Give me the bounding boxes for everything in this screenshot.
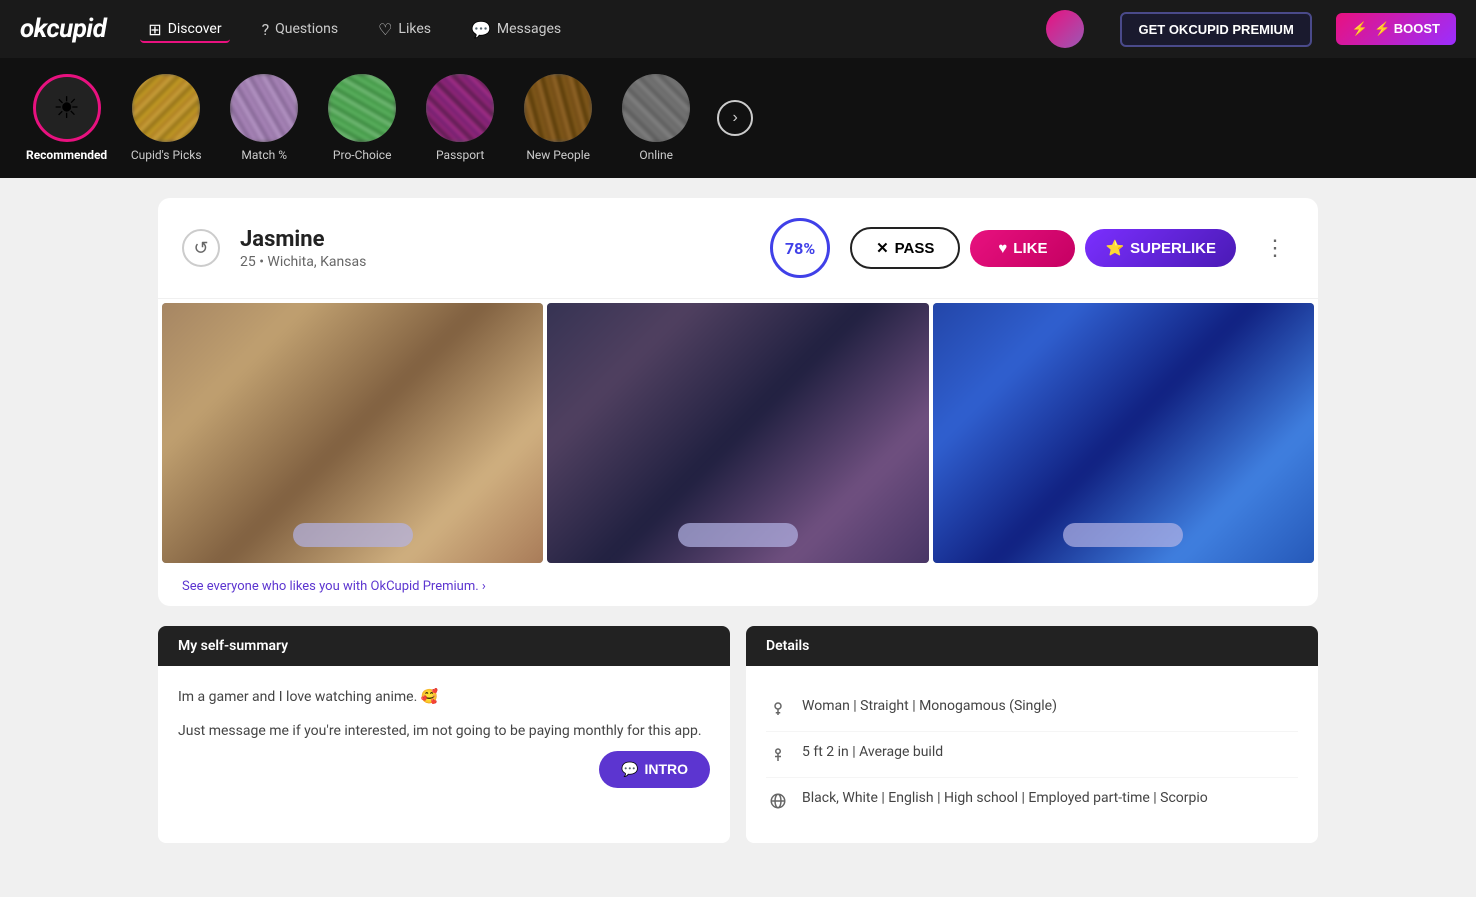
discover-icon: ⊞ [148, 20, 161, 39]
photo-grid [158, 299, 1318, 567]
self-summary-body: Im a gamer and I love watching anime. 🥰 … [158, 666, 730, 763]
profile-name-block: Jasmine 25 • Wichita, Kansas [240, 227, 750, 270]
detail-background-text: Black, White | English | High school | E… [802, 788, 1208, 809]
category-online-label: Online [639, 148, 673, 162]
self-summary-header: My self-summary [158, 626, 730, 666]
category-next-button[interactable]: › [717, 100, 753, 136]
globe-icon [766, 789, 790, 813]
detail-height-text: 5 ft 2 in | Average build [802, 742, 943, 763]
gender-icon [766, 697, 790, 721]
nav-discover[interactable]: ⊞ Discover [140, 16, 229, 43]
boost-button[interactable]: ⚡ ⚡ BOOST [1336, 13, 1456, 45]
category-bar: ☀ Recommended Cupid's Picks Match % Pro-… [0, 58, 1476, 178]
category-passport[interactable]: Passport [415, 66, 505, 170]
more-options-button[interactable]: ⋮ [1256, 231, 1294, 265]
heart-icon: ♡ [378, 20, 392, 39]
category-online-img [622, 74, 690, 142]
photo-1[interactable] [162, 303, 543, 563]
photo-1-badge [293, 523, 413, 547]
profile-sections: My self-summary Im a gamer and I love wa… [158, 626, 1318, 843]
category-cupids-picks-label: Cupid's Picks [131, 148, 202, 162]
detail-background: Black, White | English | High school | E… [766, 778, 1298, 823]
main-content: ↺ Jasmine 25 • Wichita, Kansas 78% ✕ PAS… [138, 178, 1338, 883]
category-match-img [230, 74, 298, 142]
sun-icon: ☀ [53, 91, 80, 126]
details-header: Details [746, 626, 1318, 666]
heart-filled-icon: ♥ [998, 240, 1007, 257]
details-body: Woman | Straight | Monogamous (Single) 5… [746, 666, 1318, 843]
profile-card: ↺ Jasmine 25 • Wichita, Kansas 78% ✕ PAS… [158, 198, 1318, 606]
intro-button[interactable]: 💬 INTRO [599, 751, 710, 788]
category-match-label: Match % [241, 148, 287, 162]
height-icon [766, 743, 790, 767]
question-icon: ? [262, 20, 270, 39]
self-summary-line2: Just message me if you're interested, im… [178, 720, 710, 742]
app-logo: okcupid [20, 14, 106, 44]
superlike-button[interactable]: ⭐ SUPERLIKE [1085, 229, 1236, 267]
details-card: Details Woman | Straight | Monogamous (S… [746, 626, 1318, 843]
nav-questions[interactable]: ? Questions [254, 16, 347, 43]
detail-gender: Woman | Straight | Monogamous (Single) [766, 686, 1298, 732]
category-cupids-picks[interactable]: Cupid's Picks [121, 66, 211, 170]
self-summary-card: My self-summary Im a gamer and I love wa… [158, 626, 730, 843]
category-match[interactable]: Match % [219, 66, 309, 170]
category-passport-img [426, 74, 494, 142]
category-new-people-label: New People [526, 148, 590, 162]
refresh-button[interactable]: ↺ [182, 229, 220, 267]
photo-2-badge [678, 523, 798, 547]
boost-icon: ⚡ [1352, 21, 1368, 37]
category-online[interactable]: Online [611, 66, 701, 170]
pass-button[interactable]: ✕ PASS [850, 227, 960, 269]
category-new-people-img [524, 74, 592, 142]
superlike-icon: ⭐ [1105, 239, 1124, 257]
category-new-people[interactable]: New People [513, 66, 603, 170]
category-cupids-picks-img [132, 74, 200, 142]
message-icon: 💬 [621, 761, 638, 778]
match-circle: 78% [770, 218, 830, 278]
category-pro-choice-label: Pro-Choice [333, 148, 392, 162]
category-recommended-img: ☀ [33, 74, 101, 142]
like-button[interactable]: ♥ LIKE [970, 230, 1075, 267]
category-recommended-label: Recommended [26, 148, 107, 162]
action-buttons: ✕ PASS ♥ LIKE ⭐ SUPERLIKE [850, 227, 1236, 269]
profile-name: Jasmine [240, 227, 750, 252]
premium-button[interactable]: GET OKCUPID PREMIUM [1120, 12, 1311, 47]
category-pro-choice-img [328, 74, 396, 142]
detail-gender-text: Woman | Straight | Monogamous (Single) [802, 696, 1057, 717]
self-summary-text: Im a gamer and I love watching anime. 🥰 … [178, 686, 710, 743]
top-navigation: okcupid ⊞ Discover ? Questions ♡ Likes 💬… [0, 0, 1476, 58]
category-recommended[interactable]: ☀ Recommended [20, 66, 113, 170]
nav-messages[interactable]: 💬 Messages [463, 16, 569, 43]
photo-3[interactable] [933, 303, 1314, 563]
x-icon: ✕ [876, 239, 889, 257]
category-passport-label: Passport [436, 148, 484, 162]
nav-likes[interactable]: ♡ Likes [370, 16, 439, 43]
profile-header: ↺ Jasmine 25 • Wichita, Kansas 78% ✕ PAS… [158, 198, 1318, 299]
detail-height: 5 ft 2 in | Average build [766, 732, 1298, 778]
profile-age-location: 25 • Wichita, Kansas [240, 254, 750, 270]
photo-3-badge [1063, 523, 1183, 547]
self-summary-line1: Im a gamer and I love watching anime. 🥰 [178, 686, 710, 708]
category-pro-choice[interactable]: Pro-Choice [317, 66, 407, 170]
premium-cta-link[interactable]: See everyone who likes you with OkCupid … [158, 567, 1318, 606]
chat-icon: 💬 [471, 20, 491, 39]
user-avatar[interactable] [1046, 10, 1084, 48]
photo-2[interactable] [547, 303, 928, 563]
